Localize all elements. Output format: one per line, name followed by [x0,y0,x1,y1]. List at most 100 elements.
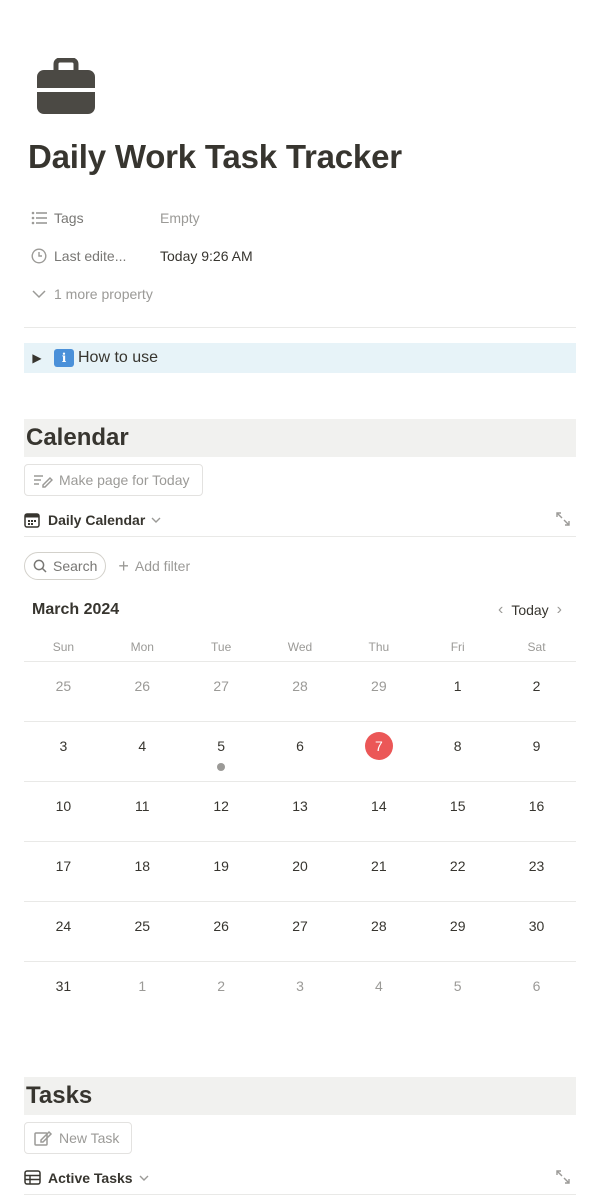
day-number: 5 [217,738,226,754]
chevron-left-icon[interactable]: ‹ [490,601,511,619]
calendar-day-cell[interactable]: 31 [24,962,103,1022]
day-number: 17 [55,858,72,874]
weekday-label: Sat [527,640,546,654]
calendar-day-cell[interactable]: 12 [182,782,261,841]
make-page-for-today-label: Make page for Today [59,472,190,488]
calendar-header: March 2024 ‹ Today › [24,596,576,624]
day-number: 7 [364,732,393,760]
calendar-day-cell[interactable]: 3 [24,722,103,781]
calendar-day-cell[interactable]: 24 [24,902,103,961]
calendar-day-cell[interactable]: 14 [339,782,418,841]
day-number: 21 [371,858,387,874]
weekday-label: Wed [287,640,313,654]
calendar-week-row: 3 4 5 6 7 8 9 [24,722,576,782]
calendar-day-cell[interactable]: 1 [103,962,182,1022]
day-number: 2 [217,978,226,994]
search-button[interactable]: Search [24,552,107,580]
calendar-day-cell[interactable]: 5 [182,722,261,781]
calendar-day-cell[interactable]: 30 [497,902,576,961]
calendar-day-cell[interactable]: 4 [103,722,182,781]
property-tags[interactable]: Tags Empty [24,202,576,234]
day-number: 1 [138,978,147,994]
event-indicator-dot[interactable] [217,763,226,771]
list-icon [24,202,54,234]
calendar-day-cell[interactable]: 1 [418,662,497,721]
calendar-day-cell[interactable]: 6 [497,962,576,1022]
weekday-header: Sun Mon Tue Wed Thu Fri Sat [24,636,576,662]
search-label: Search [53,558,98,574]
calendar-day-cell[interactable]: 15 [418,782,497,841]
calendar-day-cell[interactable]: 10 [24,782,103,841]
property-value-tags[interactable]: Empty [160,210,200,226]
day-number: 31 [55,978,72,994]
calendar-day-cell[interactable]: 18 [103,842,182,901]
calendar-day-cell[interactable]: 11 [103,782,182,841]
day-number: 24 [55,918,72,934]
calendar-day-cell[interactable]: 23 [497,842,576,901]
expand-icon[interactable] [556,512,570,529]
calendar-day-cell[interactable]: 13 [261,782,340,841]
calendar-day-cell[interactable]: 28 [261,662,340,721]
day-number: 3 [296,978,304,994]
calendar-day-cell[interactable]: 9 [497,722,576,781]
view-selector-daily-calendar[interactable]: Daily Calendar [24,503,576,537]
add-filter-button[interactable]: + Add filter [118,557,190,575]
calendar-day-cell[interactable]: 2 [182,962,261,1022]
calendar-day-cell[interactable]: 28 [339,902,418,961]
calendar-day-cell[interactable]: 25 [103,902,182,961]
calendar-day-cell[interactable]: 29 [418,902,497,961]
day-number: 1 [453,678,462,694]
calendar-day-cell[interactable]: 2 [497,662,576,721]
today-button[interactable]: Today [511,602,548,618]
calendar-week-row: 25 26 27 28 29 1 2 [24,662,576,722]
calendar-day-cell[interactable]: 27 [182,662,261,721]
chevron-right-icon[interactable]: › [549,601,570,619]
weekday-label: Tue [211,640,232,654]
calendar-heading[interactable]: Calendar [24,419,576,457]
calendar-day-cell[interactable]: 19 [182,842,261,901]
briefcase-icon[interactable] [36,57,96,116]
calendar-day-cell[interactable]: 4 [339,962,418,1022]
calendar-day-cell[interactable]: 25 [24,662,103,721]
day-number: 8 [453,738,462,754]
calendar-day-cell-today[interactable]: 7 [339,722,418,781]
expand-icon[interactable] [556,1170,570,1187]
more-properties-toggle[interactable]: 1 more property [24,278,576,310]
day-number: 14 [371,798,387,814]
day-number: 16 [528,798,545,814]
day-number: 2 [532,678,541,694]
compose-icon [34,1130,53,1146]
triangle-right-icon[interactable]: ▶ [24,351,50,365]
calendar-day-cell[interactable]: 5 [418,962,497,1022]
calendar-day-cell[interactable]: 26 [103,662,182,721]
day-number: 27 [213,678,229,694]
tasks-heading[interactable]: Tasks [24,1077,576,1115]
day-number: 30 [528,918,545,934]
property-last-edited[interactable]: Last edite... Today 9:26 AM [24,240,576,272]
calendar-day-cell[interactable]: 17 [24,842,103,901]
view-name: Active Tasks [48,1169,133,1186]
day-number: 28 [371,918,387,934]
make-page-for-today-button[interactable]: Make page for Today [24,464,203,496]
calendar-day-cell[interactable]: 27 [261,902,340,961]
new-task-label: New Task [59,1130,120,1146]
calendar-day-cell[interactable]: 3 [261,962,340,1022]
calendar-day-cell[interactable]: 21 [339,842,418,901]
calendar-day-cell[interactable]: 8 [418,722,497,781]
weekday-label: Thu [368,640,390,654]
view-selector-active-tasks[interactable]: Active Tasks [24,1161,576,1195]
divider [24,327,576,328]
calendar-day-cell[interactable]: 22 [418,842,497,901]
day-number: 25 [55,678,72,694]
page-title[interactable]: Daily Work Task Tracker [28,138,402,176]
calendar-day-cell[interactable]: 29 [339,662,418,721]
calendar-day-cell[interactable]: 20 [261,842,340,901]
new-task-button[interactable]: New Task [24,1122,133,1154]
calendar-day-cell[interactable]: 6 [261,722,340,781]
calendar-day-cell[interactable]: 26 [182,902,261,961]
calendar-day-cell[interactable]: 16 [497,782,576,841]
how-to-use-toggle[interactable]: ▶ i How to use [24,343,576,373]
day-number: 29 [449,918,466,934]
day-number: 5 [453,978,462,994]
plus-icon: + [118,556,129,576]
